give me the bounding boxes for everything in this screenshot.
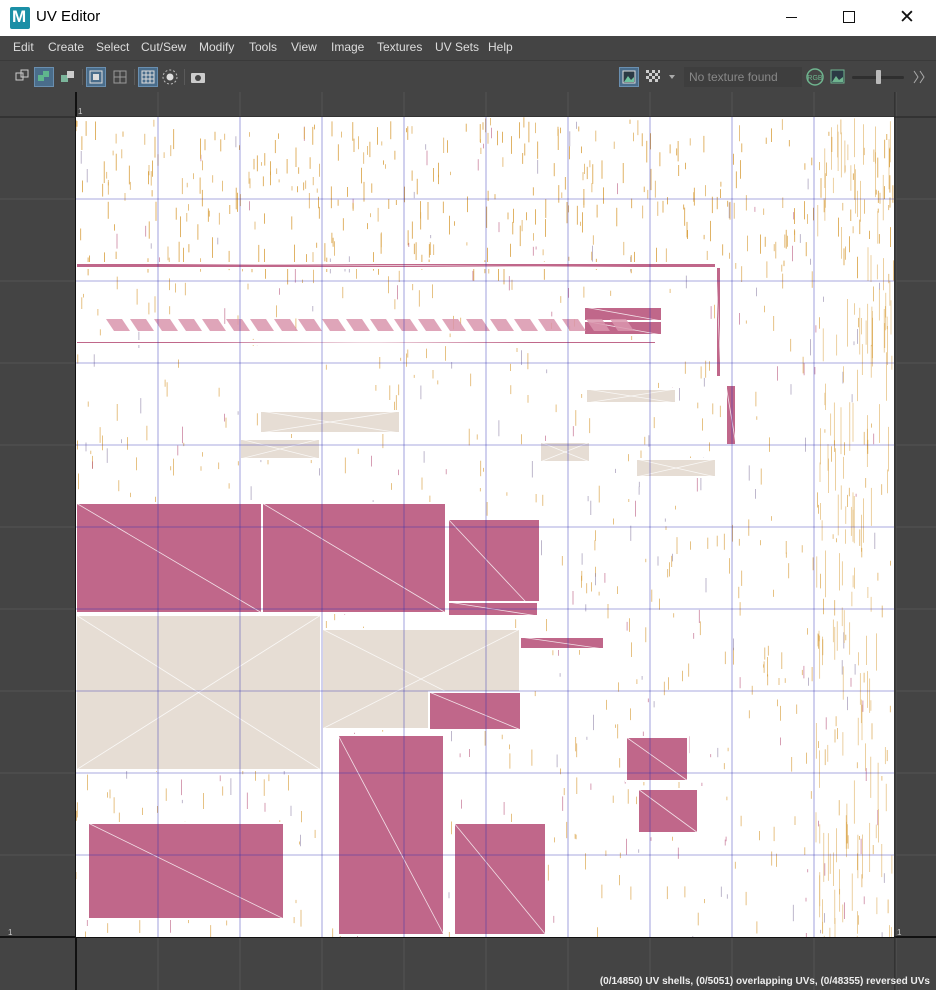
wireframe-icon[interactable] xyxy=(12,67,32,87)
menu-modify[interactable]: Modify xyxy=(199,40,234,54)
rgb-label: RGB xyxy=(807,75,823,82)
menu-help[interactable]: Help xyxy=(488,40,513,54)
title-bar: M UV Editor ✕ xyxy=(0,0,936,36)
pixel-snap-icon[interactable] xyxy=(160,67,180,87)
menu-textures[interactable]: Textures xyxy=(377,40,422,54)
menu-image[interactable]: Image xyxy=(331,40,364,54)
menu-create[interactable]: Create xyxy=(48,40,84,54)
maya-logo-icon: M xyxy=(10,7,30,29)
grid-icon[interactable] xyxy=(138,67,158,87)
image-exposure-icon[interactable] xyxy=(828,67,848,87)
menu-cut-sew[interactable]: Cut/Sew xyxy=(141,40,186,54)
checker-tiles-icon[interactable] xyxy=(643,67,663,87)
display-image-icon[interactable] xyxy=(619,67,639,87)
uv-shell-group xyxy=(76,262,737,936)
axis-label-bottom-left: 1 xyxy=(8,928,13,937)
menu-edit[interactable]: Edit xyxy=(13,40,34,54)
menu-bar: Edit Create Select Cut/Sew Modify Tools … xyxy=(0,36,936,60)
uv-shells[interactable] xyxy=(76,117,894,937)
menu-select[interactable]: Select xyxy=(96,40,129,54)
uv-tile-0-1[interactable] xyxy=(76,117,894,937)
close-icon: ✕ xyxy=(899,6,915,28)
uv-statistics-status: (0/14850) UV shells, (0/5051) overlappin… xyxy=(599,976,930,987)
shaded-uv-icon[interactable] xyxy=(34,67,54,87)
window-title: UV Editor xyxy=(36,8,101,25)
minimize-button[interactable] xyxy=(762,0,820,34)
toolbar: No texture found RGB xyxy=(0,60,936,93)
rgb-channels-icon[interactable]: RGB xyxy=(805,67,825,87)
frame-icon[interactable] xyxy=(110,67,130,87)
texture-name-field[interactable]: No texture found xyxy=(684,67,802,87)
axis-label-bottom-right: 1 xyxy=(897,928,902,937)
maximize-button[interactable] xyxy=(820,0,878,34)
checker-dropdown-icon[interactable] xyxy=(666,67,678,87)
texture-borders-icon[interactable] xyxy=(58,67,78,87)
axis-label-top: 1 xyxy=(78,107,83,116)
minimize-icon xyxy=(785,16,797,18)
menu-tools[interactable]: Tools xyxy=(249,40,277,54)
toolbar-expand-icon[interactable] xyxy=(910,67,928,87)
uv-viewport[interactable]: 1 1 1 (0/14850) UV shells, (0/5051) over… xyxy=(0,92,936,990)
close-button[interactable]: ✕ xyxy=(878,0,936,34)
menu-view[interactable]: View xyxy=(291,40,317,54)
isolate-select-icon[interactable] xyxy=(86,67,106,87)
menu-uv-sets[interactable]: UV Sets xyxy=(435,40,479,54)
exposure-slider-handle[interactable] xyxy=(876,70,881,84)
snapshot-icon[interactable] xyxy=(188,67,208,87)
maximize-icon xyxy=(843,11,855,23)
